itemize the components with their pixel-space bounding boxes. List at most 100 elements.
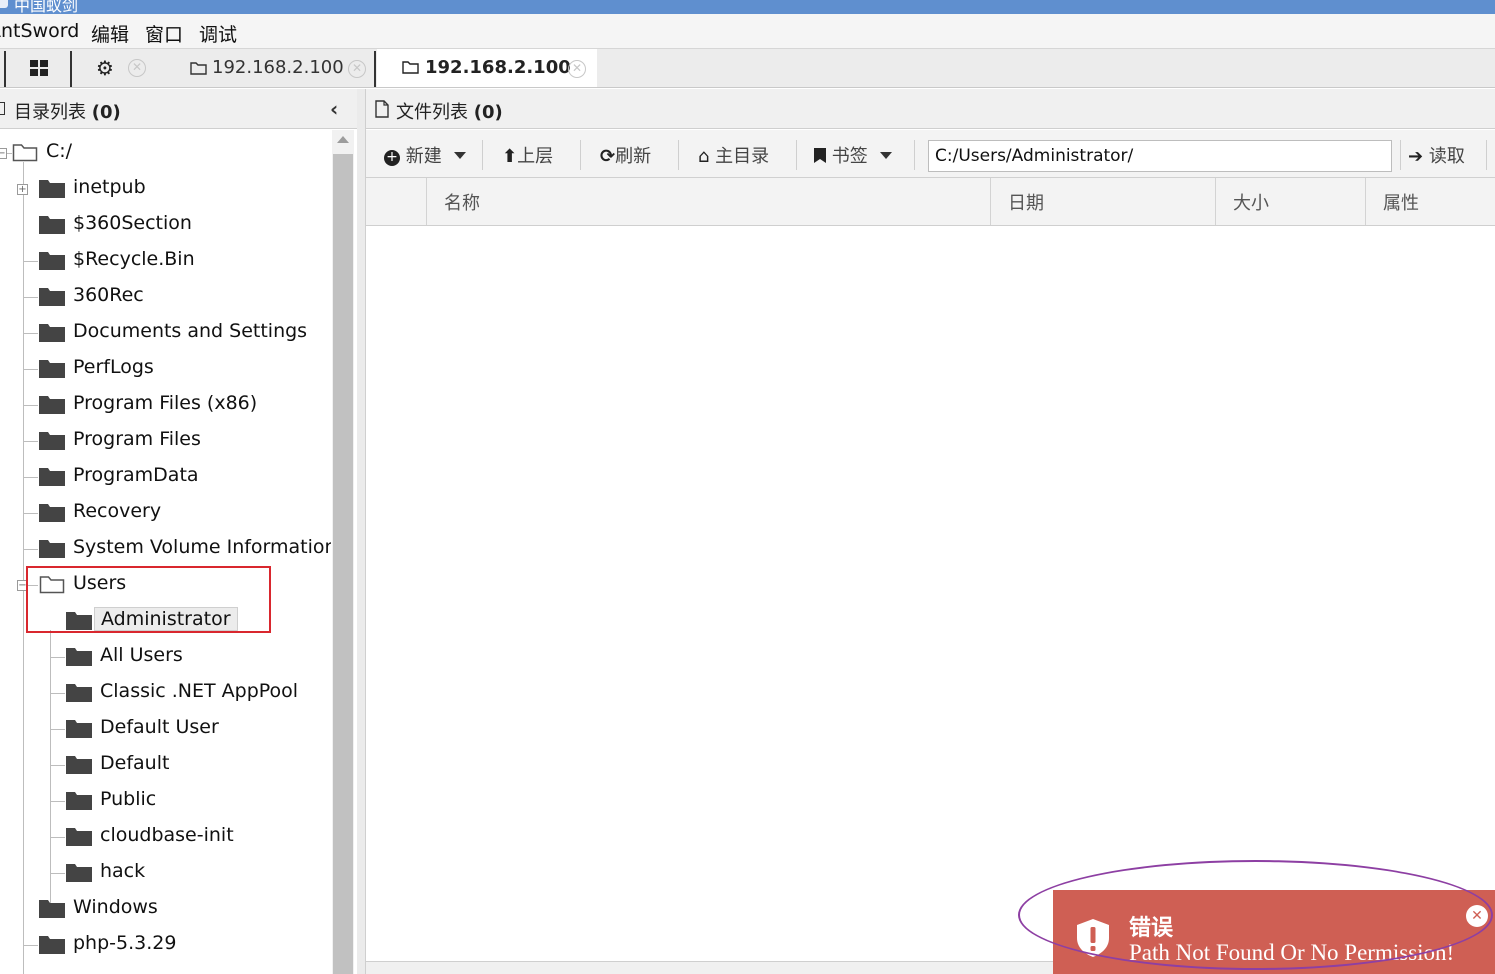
tab-host-1-label: 192.168.2.100 [212,57,344,78]
file-toolbar: + 新建 ⬆上层 ⟳刷新 ⌂ 主目录 书签 ➔ 读取 [366,130,1495,178]
tab-host-1-close-icon[interactable]: ✕ [348,60,366,78]
column-date[interactable]: 日期 [990,178,1215,225]
folder-icon [66,756,92,774]
folder-icon [39,936,65,954]
folder-open-icon [12,144,38,162]
folder-icon [39,288,65,306]
tree-guide [24,441,38,442]
column-select[interactable] [366,178,426,225]
collapse-panel-icon[interactable]: ‹ [330,97,338,121]
gear-icon: ⚙ [96,56,114,80]
file-grid-header: 名称 日期 大小 属性 [366,178,1495,226]
folder-icon [66,792,92,810]
folder-icon [402,61,419,74]
tab-bar: ⚙ ✕ 192.168.2.100 ✕ 192.168.2.100 ✕ [0,48,1495,88]
tree-guide [51,693,65,694]
tree-guide [24,549,38,550]
tab-host-2-close-icon[interactable]: ✕ [568,60,586,78]
tree-guide [24,369,38,370]
tab-settings[interactable]: ⚙ ✕ [72,49,160,87]
annotation-oval [1018,860,1493,970]
tree-guide [51,657,65,658]
folder-icon [39,180,65,198]
toolbar-separator [796,140,797,170]
panel-splitter[interactable] [357,89,365,974]
directory-tree: − + − C:/ inetpub $360Section $Recycle.B… [0,130,331,974]
folder-icon [190,62,207,75]
read-button[interactable]: ➔ 读取 [1408,142,1465,168]
grid-icon [30,60,48,76]
directory-panel-title: 目录列表 (0) [14,102,121,123]
path-input[interactable] [928,140,1392,172]
bookmark-icon [814,148,826,163]
menu-edit[interactable]: 编辑 [91,20,129,47]
toolbar-separator [1486,140,1487,170]
column-size[interactable]: 大小 [1215,178,1365,225]
folder-icon [66,720,92,738]
folder-icon [66,864,92,882]
column-name[interactable]: 名称 [426,178,990,225]
tab-host-2-label: 192.168.2.100 [425,57,571,78]
tree-guide [51,729,65,730]
toolbar-separator [580,140,581,170]
tab-host-1[interactable]: 192.168.2.100 ✕ [160,49,375,87]
tree-guide [51,801,65,802]
refresh-button[interactable]: ⟳刷新 [600,142,651,168]
file-list-title: 文件列表 (0) [396,102,503,123]
column-attributes[interactable]: 属性 [1365,178,1495,225]
directory-panel-header: 目录列表 (0) ‹ [0,89,357,129]
folder-icon [39,900,65,918]
tree-guide [51,873,65,874]
menu-antsword[interactable]: AntSword [0,20,79,42]
folder-icon [39,504,65,522]
file-grid-body[interactable] [366,227,1495,957]
toolbar-separator [678,140,679,170]
tree-guide [24,945,38,946]
new-button[interactable]: + 新建 [384,142,466,168]
folder-icon [39,216,65,234]
home-icon: ⌂ [698,146,710,167]
arrow-up-icon: ⬆ [502,146,518,167]
bookmark-button[interactable]: 书签 [814,142,892,168]
tree-guide [24,405,38,406]
tree-guide [23,162,24,974]
toolbar-separator [1400,140,1401,170]
folder-icon [39,396,65,414]
tab-home[interactable] [6,49,70,87]
folder-icon [66,648,92,666]
toolbar-separator [914,140,915,170]
refresh-icon: ⟳ [600,146,616,167]
tab-host-2-active[interactable]: 192.168.2.100 ✕ [377,49,597,87]
folder-icon [39,432,65,450]
home-dir-button[interactable]: ⌂ 主目录 [698,142,769,168]
tree-expand-icon[interactable]: + [17,184,28,195]
toolbar-separator [482,140,483,170]
scroll-up-icon[interactable] [337,136,349,143]
chevron-down-icon [453,152,466,159]
tab-separator [374,51,376,87]
tree-guide [50,630,51,914]
tree-guide [24,297,38,298]
app-icon [0,0,8,8]
annotation-highlight-box [26,566,271,633]
tree-guide [51,837,65,838]
tree-guide [24,477,38,478]
folder-icon [39,540,65,558]
plus-circle-icon: + [384,150,400,166]
tree-scrollbar[interactable] [332,130,354,974]
scrollbar-thumb[interactable] [333,154,353,974]
folder-icon [39,468,65,486]
tab-settings-close-icon[interactable]: ✕ [128,59,146,77]
chevron-down-icon [879,152,892,159]
up-level-button[interactable]: ⬆上层 [502,142,553,168]
folder-icon [39,252,65,270]
folder-icon [66,828,92,846]
tree-guide [24,333,38,334]
arrow-right-icon: ➔ [1408,146,1424,167]
window-titlebar: 中国蚁剑 [0,0,1495,15]
tree-guide [24,513,38,514]
menu-window[interactable]: 窗口 [145,20,183,47]
tree-collapse-icon[interactable]: − [0,148,7,159]
file-list-header: 文件列表 (0) [366,89,1495,129]
menu-debug[interactable]: 调试 [199,20,237,47]
